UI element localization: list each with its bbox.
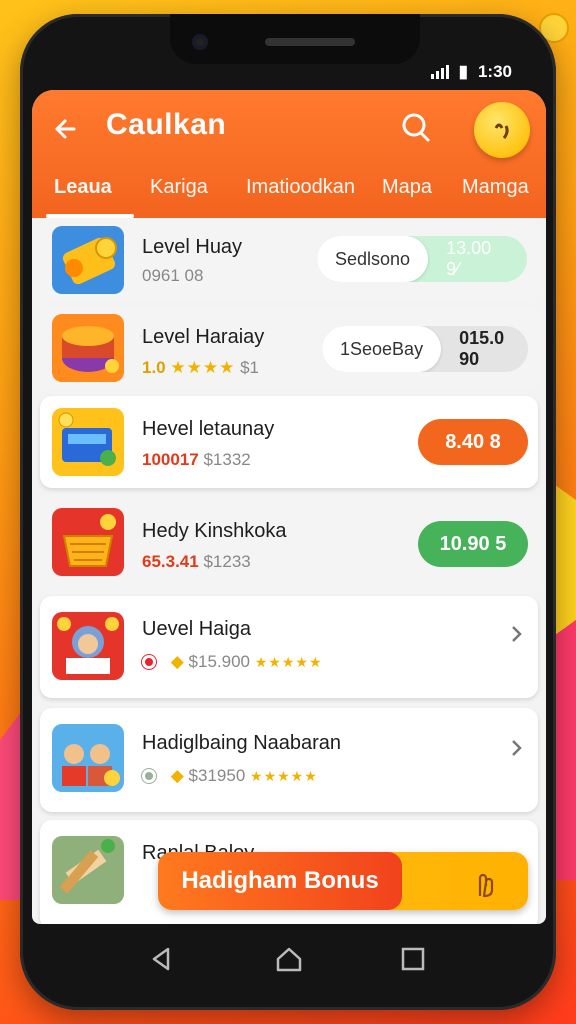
item-price: $1332: [203, 450, 251, 469]
list-item[interactable]: Hadiglbaing Naabaran ◆ $31950 ★★★★★: [40, 708, 538, 812]
item-highlight-value: 65.3.41: [142, 552, 199, 571]
item-price: $15.900: [188, 652, 250, 671]
item-subtext: 1.0 ★★★★ $1: [142, 358, 259, 378]
item-name: Level Huay: [142, 236, 243, 258]
front-camera: [192, 34, 208, 50]
item-thumbnail: [52, 314, 124, 382]
item-name: Hadiglbaing Naabaran: [142, 732, 342, 754]
pill-label: Sedlsono: [317, 236, 429, 282]
coin-icon: ◆: [170, 766, 184, 785]
item-name: Uevel Haiga: [142, 618, 251, 640]
item-thumbnail: [52, 612, 124, 680]
search-icon[interactable]: [400, 110, 432, 144]
page-title: Caulkan: [106, 108, 227, 141]
list-item[interactable]: Level Huay 0961 08 Sedlsono 13.00 9⁄: [40, 218, 538, 300]
signal-icon: [430, 65, 449, 79]
list-item[interactable]: Uevel Haiga ◆ $15.900 ★★★★★: [40, 596, 538, 698]
item-price-pill[interactable]: 1SeoeBay 015.0 90: [322, 326, 528, 372]
item-thumbnail: [52, 836, 124, 904]
tab-kariga[interactable]: Kariga: [150, 176, 208, 199]
tab-mapa[interactable]: Mapa: [382, 176, 432, 199]
earpiece-speaker: [265, 38, 355, 46]
item-subtext: 0961 08: [142, 266, 204, 285]
item-highlight-value: 100017: [142, 450, 199, 469]
item-subtext: ◆ $31950 ★★★★★: [142, 766, 318, 786]
item-subtext: 100017 $1332: [142, 450, 251, 470]
list-item[interactable]: Hevel letaunay 100017 $1332 8.40 8: [40, 396, 538, 488]
item-name: Level Haraiay: [142, 326, 265, 348]
item-rating: 1.0: [142, 358, 166, 377]
nav-recents-icon[interactable]: [398, 944, 428, 974]
system-nav-bar: [32, 930, 546, 990]
battery-icon: ▮: [458, 62, 468, 81]
item-price-pill[interactable]: Sedlsono 13.00 9⁄: [317, 236, 527, 282]
app-screen: Caulkan Leaua Kariga Imatioodkan Mapa Ma…: [32, 90, 546, 924]
status-dot: [142, 769, 156, 783]
emoji-face-icon[interactable]: [474, 102, 530, 158]
item-price: $31950: [188, 766, 246, 785]
nav-back-icon[interactable]: [146, 944, 176, 974]
pill-value: 015.0 90: [459, 328, 505, 369]
tab-leaua[interactable]: Leaua: [54, 176, 112, 199]
bonus-button[interactable]: Hadigham Bonus: [158, 852, 402, 910]
item-subtext: ◆ $15.900 ★★★★★: [142, 652, 323, 672]
rating-stars: ★★★★★: [250, 768, 318, 784]
item-price: $1: [240, 358, 259, 377]
list-item[interactable]: Level Haraiay 1.0 ★★★★ $1 1SeoeBay 015.0…: [40, 306, 538, 390]
status-dot: [142, 655, 156, 669]
chevron-right-icon[interactable]: [506, 738, 526, 758]
item-thumbnail: [52, 226, 124, 294]
item-thumbnail: [52, 724, 124, 792]
rating-stars: ★★★★: [170, 358, 236, 377]
chevron-right-icon[interactable]: [506, 624, 526, 644]
item-buy-button[interactable]: 8.40 8: [418, 419, 528, 465]
coin-icon: ◆: [170, 652, 184, 671]
item-thumbnail: [52, 508, 124, 576]
tab-bar: Leaua Kariga Imatioodkan Mapa Mamga: [32, 172, 546, 218]
app-bar: Caulkan Leaua Kariga Imatioodkan Mapa Ma…: [32, 90, 546, 218]
item-buy-button[interactable]: 10.90 5: [418, 521, 528, 567]
rating-stars: ★★★★★: [254, 654, 323, 670]
tab-mamga[interactable]: Mamga: [462, 176, 529, 199]
nav-home-icon[interactable]: [274, 944, 304, 974]
status-time: 1:30: [477, 62, 512, 81]
list-item[interactable]: Hedy Kinshkoka 65.3.41 $1233 10.90 5: [40, 494, 538, 594]
item-name: Hedy Kinshkoka: [142, 520, 287, 542]
hand-icon: [478, 873, 494, 898]
tab-imatioodkan[interactable]: Imatioodkan: [246, 176, 355, 199]
pill-label: 1SeoeBay: [322, 326, 442, 372]
status-bar: ▮ 1:30: [430, 62, 512, 82]
item-thumbnail: [52, 408, 124, 476]
pill-value: 13.00 9⁄: [446, 238, 492, 279]
item-subtext: 65.3.41 $1233: [142, 552, 251, 572]
back-arrow-icon[interactable]: [50, 112, 84, 146]
item-name: Hevel letaunay: [142, 418, 275, 440]
item-price: $1233: [203, 552, 251, 571]
bonus-banner[interactable]: Hadigham Bonus: [158, 852, 528, 910]
notch: [170, 14, 420, 64]
